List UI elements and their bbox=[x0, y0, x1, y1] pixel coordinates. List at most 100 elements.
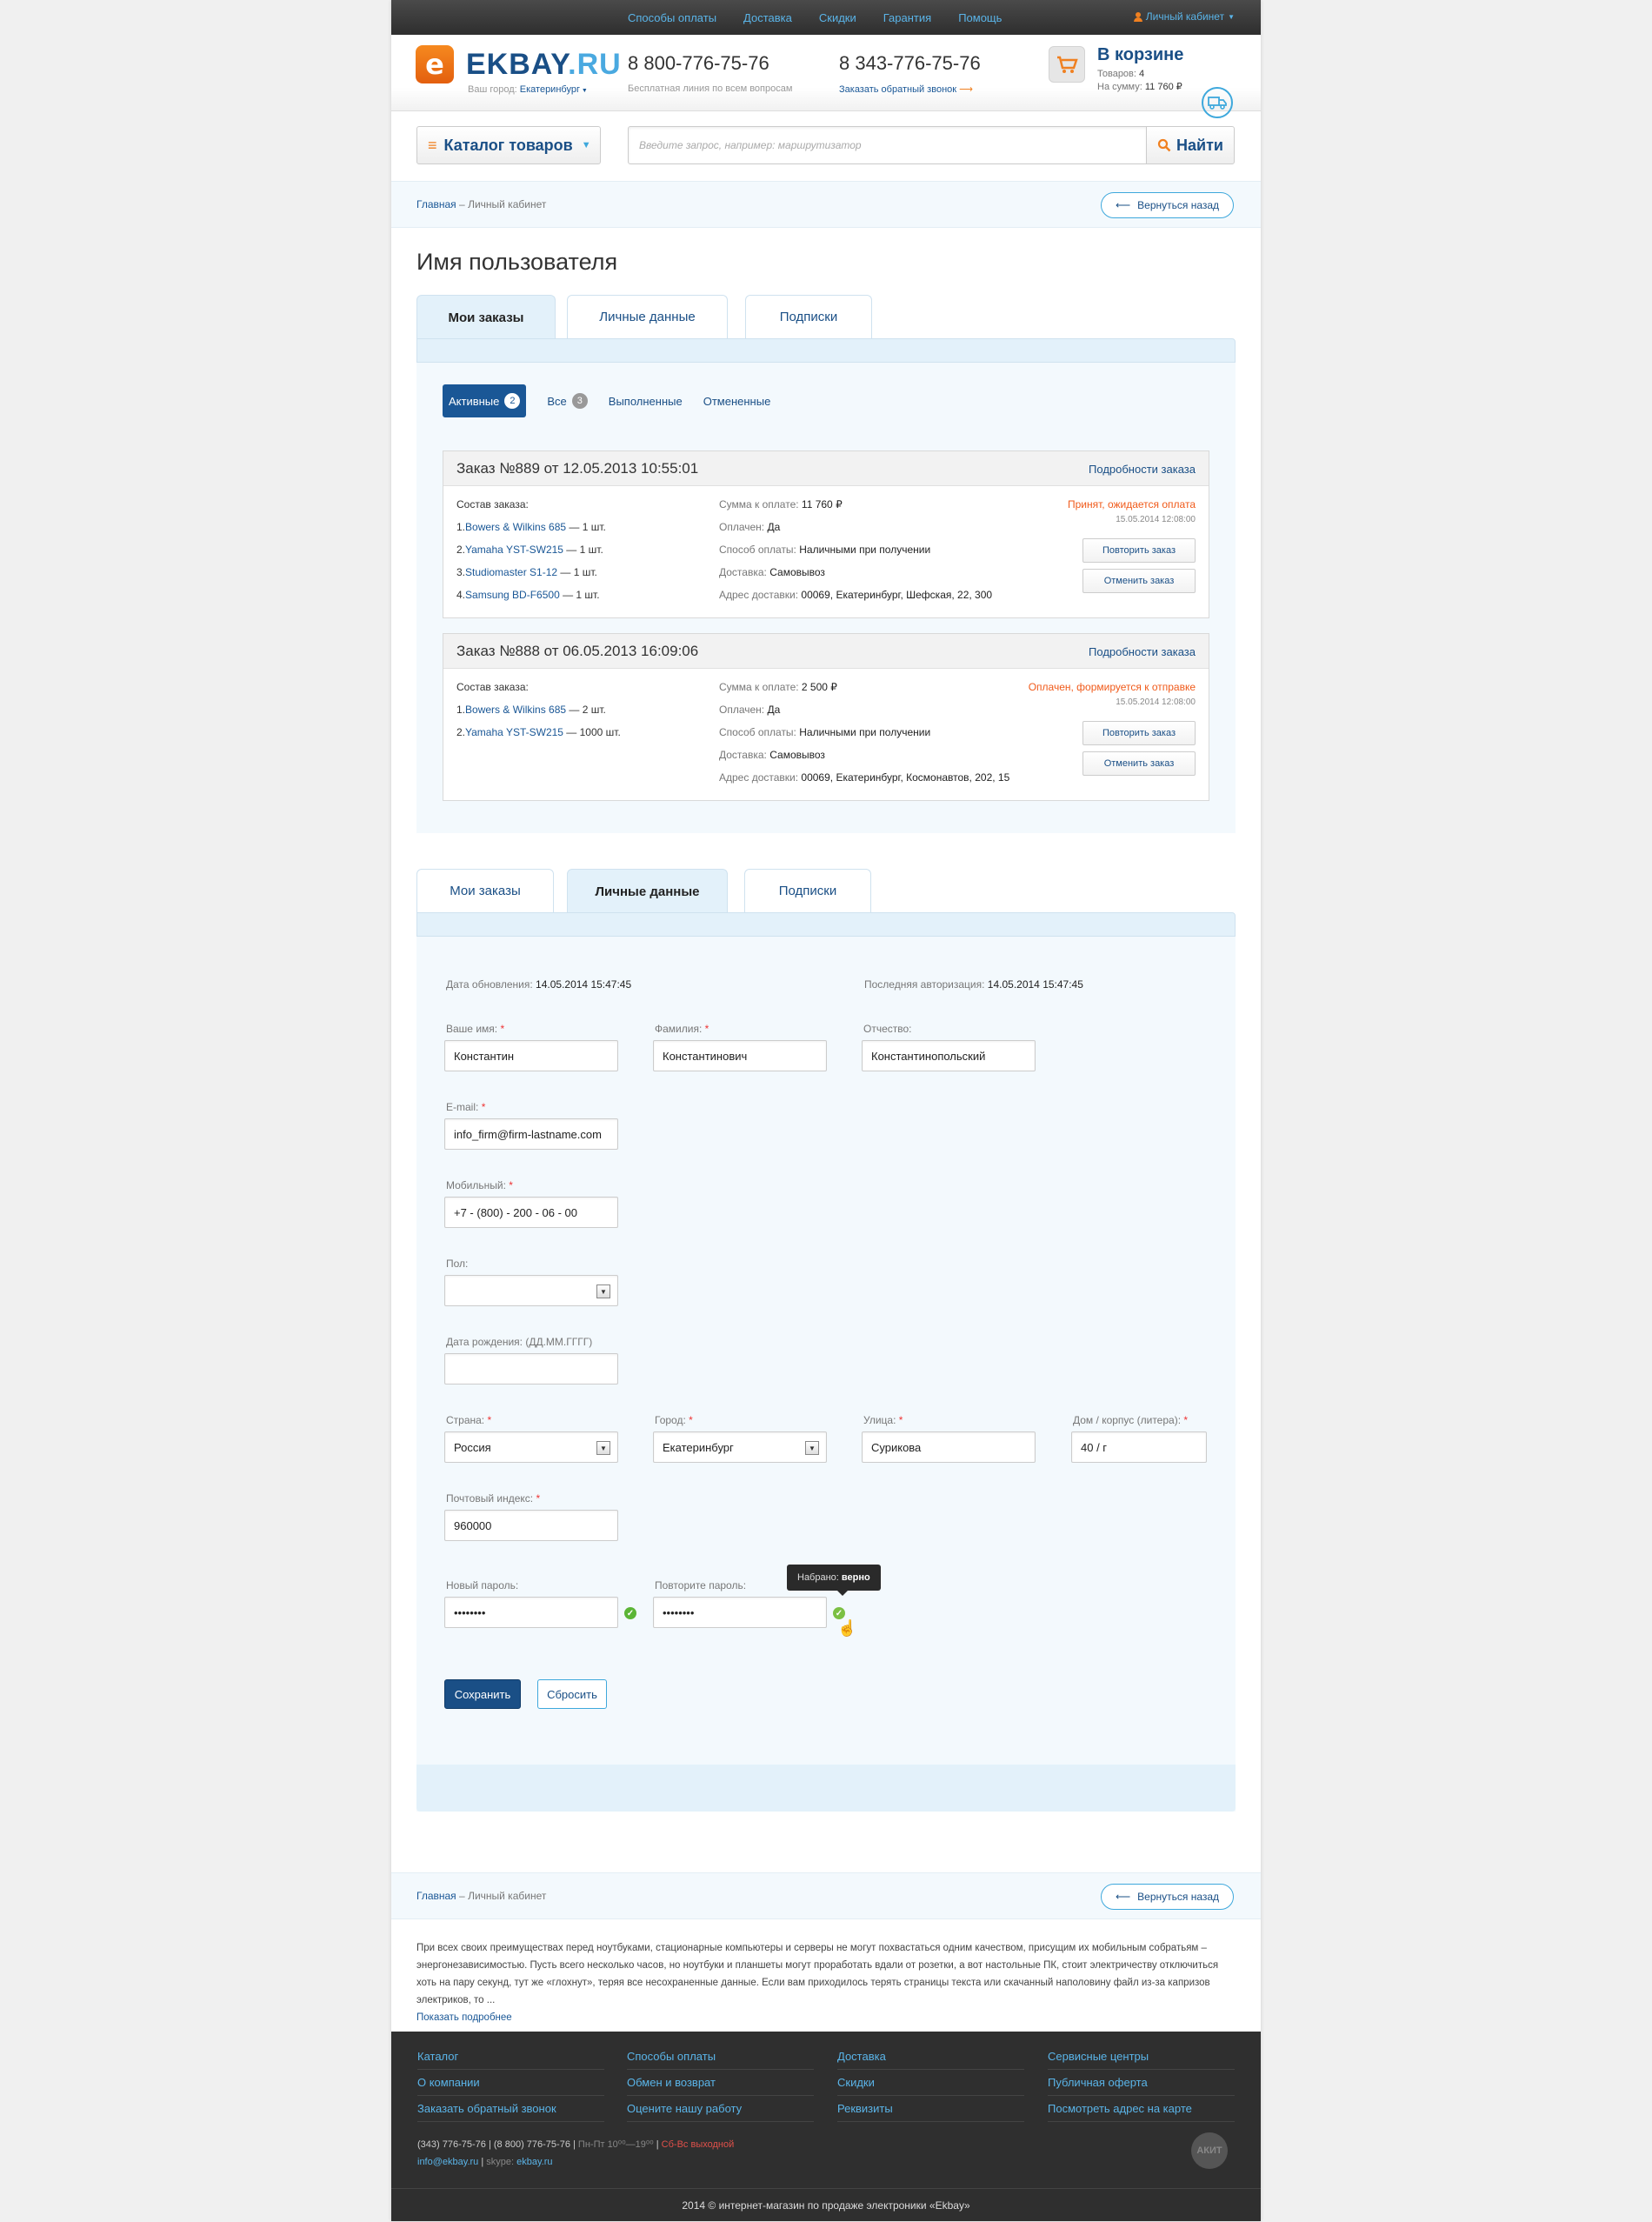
product-link[interactable]: Bowers & Wilkins 685 bbox=[465, 704, 566, 716]
footer-link[interactable]: Заказать обратный звонок bbox=[417, 2096, 604, 2122]
cart-icon[interactable] bbox=[1049, 46, 1085, 83]
cart-title[interactable]: В корзине bbox=[1097, 45, 1183, 65]
tab-orders[interactable]: Мои заказы bbox=[416, 869, 554, 912]
search-button[interactable]: Найти bbox=[1146, 126, 1235, 164]
patronymic-label: Отчество: bbox=[863, 1023, 912, 1035]
patronymic-field[interactable]: Константинопольский bbox=[862, 1040, 1036, 1071]
footer-link[interactable]: Посмотреть адрес на карте bbox=[1048, 2096, 1235, 2122]
reset-button[interactable]: Сбросить bbox=[537, 1679, 607, 1709]
tab-personal[interactable]: Личные данные bbox=[567, 295, 728, 338]
order-status: Оплачен, формируется к отправке bbox=[1028, 681, 1196, 693]
tabs-personal: Мои заказы Личные данные Подписки bbox=[416, 869, 1236, 913]
footer-link[interactable]: Обмен и возврат bbox=[627, 2070, 814, 2096]
birthdate-field[interactable] bbox=[444, 1353, 618, 1385]
tab-orders[interactable]: Мои заказы bbox=[416, 295, 556, 339]
repeat-password-label: Повторите пароль: bbox=[655, 1579, 747, 1591]
footer-link[interactable]: Публичная оферта bbox=[1048, 2070, 1235, 2096]
arrow-right-icon: ⟶ bbox=[959, 84, 973, 95]
order-info: Оплачен: Да bbox=[719, 521, 781, 533]
order-details-link[interactable]: Подробности заказа bbox=[1089, 645, 1196, 658]
updated-date: Дата обновления: 14.05.2014 15:47:45 bbox=[446, 978, 632, 991]
footer-skype[interactable]: ekbay.ru bbox=[516, 2157, 552, 2167]
filter-cancelled[interactable]: Отмененные bbox=[703, 395, 771, 408]
product-link[interactable]: Studiomaster S1-12 bbox=[465, 566, 557, 578]
orders-panel: Активные 2 Все 3 Выполненные Отмененные За… bbox=[416, 363, 1236, 833]
search-row: ≡ Каталог товаров ▼ Введите запрос, напр… bbox=[391, 124, 1261, 180]
breadcrumb-home[interactable]: Главная bbox=[416, 198, 456, 210]
footer-link[interactable]: Оцените нашу работу bbox=[627, 2096, 814, 2122]
city-selector[interactable]: Ваш город: Екатеринбург ▼ bbox=[468, 84, 588, 95]
callback-link[interactable]: Заказать обратный звонок ⟶ bbox=[839, 83, 973, 95]
footer-link[interactable]: Способы оплаты bbox=[627, 2044, 814, 2070]
footer-phone: (343) 776-75-76 bbox=[417, 2139, 486, 2150]
repeat-order-button[interactable]: Повторить заказ bbox=[1082, 721, 1196, 745]
country-select[interactable]: Россия ▼ bbox=[444, 1431, 618, 1463]
surname-field[interactable]: Константинович bbox=[653, 1040, 827, 1071]
copyright: 2014 © интернет-магазин по продаже элект… bbox=[391, 2188, 1261, 2221]
footer-link[interactable]: Доставка bbox=[837, 2044, 1024, 2070]
back-button[interactable]: ⟵ Вернуться назад bbox=[1101, 1884, 1234, 1910]
order-status: Принят, ожидается оплата bbox=[1068, 498, 1196, 510]
cancel-order-button[interactable]: Отменить заказ bbox=[1082, 751, 1196, 776]
mobile-label: Мобильный: * bbox=[446, 1179, 513, 1191]
product-link[interactable]: Yamaha YST-SW215 bbox=[465, 544, 563, 556]
breadcrumb-home[interactable]: Главная bbox=[416, 1890, 456, 1902]
logo-icon: e bbox=[416, 45, 454, 83]
gender-select[interactable]: ▼ bbox=[444, 1275, 618, 1306]
product-link[interactable]: Samsung BD-F6500 bbox=[465, 589, 560, 601]
repeat-order-button[interactable]: Повторить заказ bbox=[1082, 538, 1196, 563]
order-info: Сумма к оплате: 11 760 ₽ bbox=[719, 498, 843, 510]
tab-personal[interactable]: Личные данные bbox=[567, 869, 728, 913]
footer-email[interactable]: info@ekbay.ru bbox=[417, 2157, 478, 2167]
search-input[interactable]: Введите запрос, например: маршрутизатор bbox=[628, 126, 1148, 164]
akit-logo[interactable]: АКИТ bbox=[1191, 2132, 1228, 2169]
footer-link[interactable]: Скидки bbox=[837, 2070, 1024, 2096]
product-link[interactable]: Yamaha YST-SW215 bbox=[465, 726, 563, 738]
nav-payment[interactable]: Способы оплаты bbox=[628, 11, 716, 24]
back-button[interactable]: ⟵ Вернуться назад bbox=[1101, 192, 1234, 218]
panel-footer-band bbox=[416, 1765, 1236, 1812]
filter-all[interactable]: Все 3 bbox=[547, 393, 588, 409]
filter-done[interactable]: Выполненные bbox=[609, 395, 683, 408]
tab-subscriptions[interactable]: Подписки bbox=[745, 295, 872, 338]
house-field[interactable]: 40 / г bbox=[1071, 1431, 1207, 1463]
status-date: 15.05.2014 12:08:00 bbox=[1116, 515, 1196, 524]
name-field[interactable]: Константин bbox=[444, 1040, 618, 1071]
gender-label: Пол: bbox=[446, 1258, 469, 1270]
cabinet-link[interactable]: Личный кабинет ▼ bbox=[1133, 10, 1235, 23]
mobile-field[interactable]: +7 - (800) - 200 - 06 - 00 bbox=[444, 1197, 618, 1228]
cancel-order-button[interactable]: Отменить заказ bbox=[1082, 569, 1196, 593]
tab-subscriptions[interactable]: Подписки bbox=[744, 869, 871, 912]
repeat-password-field[interactable]: •••••••• bbox=[653, 1597, 827, 1628]
footer-link[interactable]: О компании bbox=[417, 2070, 604, 2096]
chevron-down-icon: ▼ bbox=[581, 140, 591, 150]
logo[interactable]: e EKBAY.RU bbox=[416, 45, 622, 83]
nav-discounts[interactable]: Скидки bbox=[819, 11, 856, 24]
show-more-link[interactable]: Показать подробнее bbox=[416, 2009, 1236, 2026]
footer-link[interactable]: Сервисные центры bbox=[1048, 2044, 1235, 2070]
nav-delivery[interactable]: Доставка bbox=[743, 11, 792, 24]
top-nav: Способы оплаты Доставка Скидки Гарантия … bbox=[628, 0, 1029, 35]
city-select[interactable]: Екатеринбург ▼ bbox=[653, 1431, 827, 1463]
seo-description: При всех своих преимуществах перед ноутб… bbox=[416, 1939, 1236, 2026]
footer-contacts: (343) 776-75-76 | (8 800) 776-75-76 | Пн… bbox=[417, 2139, 735, 2167]
city-value[interactable]: Екатеринбург bbox=[520, 84, 580, 95]
footer-link[interactable]: Каталог bbox=[417, 2044, 604, 2070]
delivery-truck-icon[interactable] bbox=[1202, 87, 1233, 118]
product-link[interactable]: Bowers & Wilkins 685 bbox=[465, 521, 566, 533]
count-badge: 3 bbox=[571, 393, 588, 409]
catalog-button[interactable]: ≡ Каталог товаров ▼ bbox=[416, 126, 601, 164]
new-password-field[interactable]: •••••••• bbox=[444, 1597, 618, 1628]
email-field[interactable]: info_firm@firm-lastname.com bbox=[444, 1118, 618, 1150]
zip-field[interactable]: 960000 bbox=[444, 1510, 618, 1541]
filter-active[interactable]: Активные 2 bbox=[443, 384, 527, 417]
footer-link[interactable]: Реквизиты bbox=[837, 2096, 1024, 2122]
order-details-link[interactable]: Подробности заказа bbox=[1089, 463, 1196, 476]
street-field[interactable]: Сурикова bbox=[862, 1431, 1036, 1463]
house-label: Дом / корпус (литера): * bbox=[1073, 1414, 1189, 1426]
nav-warranty[interactable]: Гарантия bbox=[883, 11, 931, 24]
menu-icon: ≡ bbox=[428, 136, 437, 154]
composition-label: Состав заказа: bbox=[456, 681, 529, 693]
save-button[interactable]: Сохранить bbox=[444, 1679, 521, 1709]
nav-help[interactable]: Помощь bbox=[958, 11, 1002, 24]
